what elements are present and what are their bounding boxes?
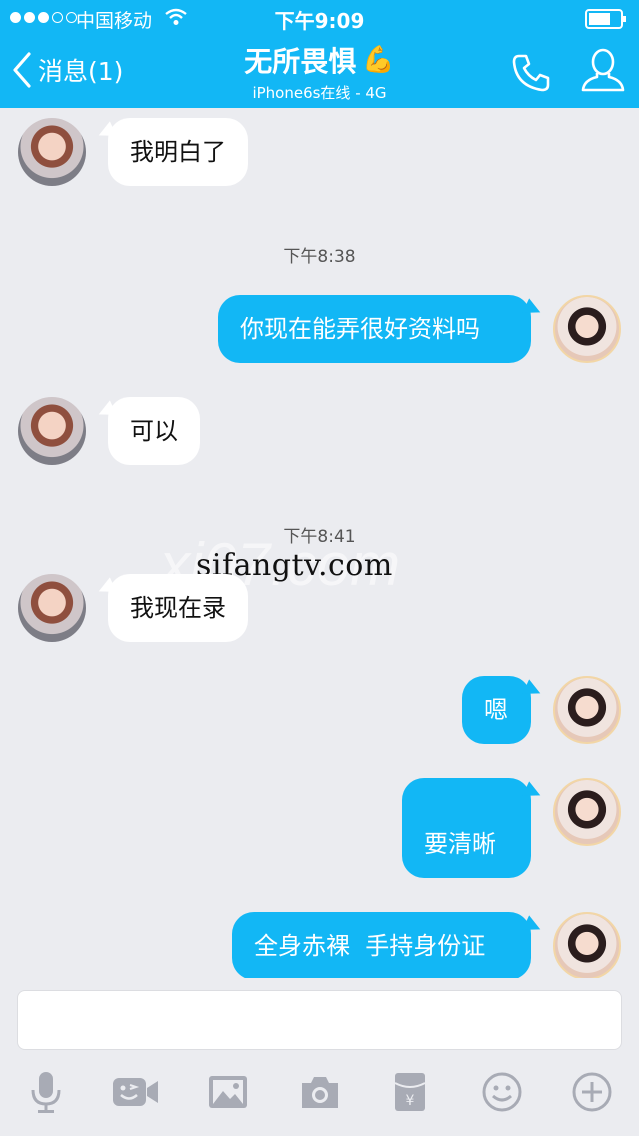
- microphone-icon[interactable]: [20, 1066, 72, 1118]
- friend-avatar[interactable]: [18, 574, 86, 642]
- contact-name: 无所畏惧: [244, 45, 357, 78]
- plus-icon[interactable]: [566, 1066, 618, 1118]
- status-time: 下午9:09: [274, 9, 365, 33]
- red-packet-icon[interactable]: ¥: [384, 1066, 436, 1118]
- battery-icon: [585, 9, 626, 29]
- message-bubble[interactable]: 可以: [108, 397, 200, 465]
- image-icon[interactable]: [202, 1066, 254, 1118]
- self-avatar[interactable]: [553, 912, 621, 980]
- message-bubble[interactable]: 全身赤裸 手持身份证: [232, 912, 531, 980]
- header: 中国移动 下午9:09 消息(1) 无所畏惧 💪 iPhone6s在线 - 4G: [0, 0, 639, 108]
- emoji-icon[interactable]: [476, 1066, 528, 1118]
- message-bubble[interactable]: 要清晰: [402, 778, 531, 878]
- message-input[interactable]: [17, 990, 622, 1050]
- message-bubble[interactable]: 我明白了: [108, 118, 248, 186]
- self-avatar[interactable]: [553, 778, 621, 846]
- camera-icon[interactable]: [294, 1066, 346, 1118]
- self-avatar[interactable]: [553, 295, 621, 363]
- flexed-biceps-emoji: 💪: [362, 45, 395, 75]
- video-chat-icon[interactable]: [110, 1066, 162, 1118]
- timestamp: 下午8:38: [283, 247, 356, 267]
- self-avatar[interactable]: [553, 676, 621, 744]
- friend-avatar[interactable]: [18, 118, 86, 186]
- chat-screen: 中国移动 下午9:09 消息(1) 无所畏惧 💪 iPhone6s在线 - 4G…: [0, 0, 639, 1136]
- input-area: ¥: [0, 978, 639, 1136]
- friend-avatar[interactable]: [18, 397, 86, 465]
- message-bubble[interactable]: 嗯: [462, 676, 531, 744]
- svg-text:¥: ¥: [406, 1093, 415, 1109]
- message-bubble[interactable]: 你现在能弄很好资料吗: [218, 295, 531, 363]
- input-toolbar: ¥: [0, 1066, 639, 1122]
- phone-icon[interactable]: [510, 50, 554, 94]
- message-bubble[interactable]: 我现在录: [108, 574, 248, 642]
- status-bar: 中国移动 下午9:09: [0, 0, 639, 36]
- profile-icon[interactable]: [580, 46, 626, 94]
- chat-title: 无所畏惧 💪: [244, 40, 394, 80]
